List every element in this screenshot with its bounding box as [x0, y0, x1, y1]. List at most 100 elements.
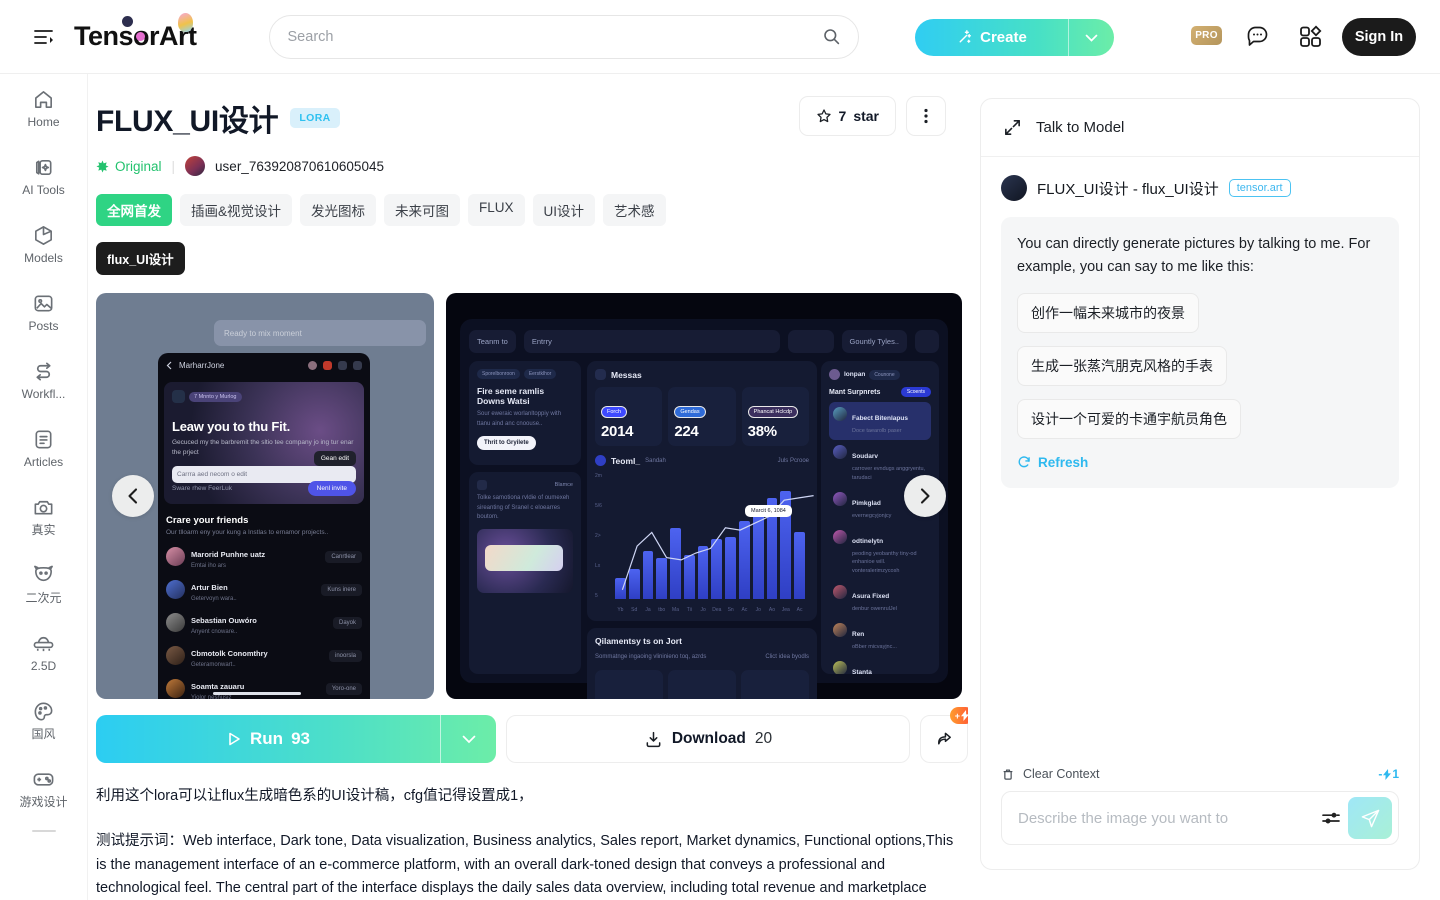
- trigger-word-chip[interactable]: flux_UI设计: [96, 242, 185, 275]
- refresh-button[interactable]: Refresh: [1017, 455, 1383, 470]
- sidebar-item-25d[interactable]: 2.5D: [0, 618, 87, 686]
- suggestion-chip[interactable]: 设计一个可爱的卡通宇航员角色: [1017, 398, 1241, 439]
- search-box[interactable]: [268, 14, 859, 59]
- mockup-app-title: MarharrJone: [179, 360, 225, 370]
- carousel-prev-button[interactable]: [112, 475, 154, 517]
- run-button[interactable]: Run 93: [96, 715, 496, 763]
- sidebar-item-anime[interactable]: 二次元: [0, 550, 87, 618]
- talk-to-model-panel: Talk to Model FLUX_UI设计 - flux_UI设计 tens…: [980, 98, 1420, 870]
- send-button[interactable]: [1348, 797, 1392, 839]
- left-card2-tag: Blamce: [554, 482, 573, 488]
- sign-in-button[interactable]: Sign In: [1342, 18, 1416, 56]
- download-button[interactable]: Download 20: [506, 715, 910, 763]
- sidebar-item-articles[interactable]: Articles: [0, 414, 87, 482]
- more-options-button[interactable]: [906, 96, 946, 136]
- dashboard-search: Entrry: [523, 329, 780, 353]
- preview-slide-2[interactable]: Teanm to Entrry Gountly Tyles.. Sporelbo…: [446, 293, 962, 699]
- friend-desc: Emtai iho ars: [191, 563, 227, 569]
- sidebar-item-guofeng[interactable]: 国风: [0, 686, 87, 754]
- y-tick: Lx: [595, 563, 601, 569]
- mockup-friends-section: Crare your friends Our tlloarm eny your …: [158, 509, 370, 699]
- tag-item[interactable]: 艺术感: [603, 194, 666, 226]
- sidebar-label: Home: [27, 115, 60, 129]
- cost-indicator: - 1: [1378, 767, 1399, 781]
- palette-icon: [34, 702, 53, 721]
- friend-name: Soamta zauaru: [191, 682, 245, 691]
- stat-row: Forch 2014 Gendas 224 Phancat Hclcdp 38%: [595, 387, 809, 446]
- sidebar-item-posts[interactable]: Posts: [0, 278, 87, 346]
- sidebar-item-game-design[interactable]: 游戏设计: [0, 754, 87, 822]
- list-desc: Doce taearolb paser: [852, 428, 902, 434]
- menu-icon[interactable]: [30, 23, 58, 51]
- balloon-decoration: [178, 12, 193, 32]
- create-dropdown-toggle[interactable]: [1068, 19, 1114, 56]
- apps-icon[interactable]: [1298, 24, 1324, 50]
- friend-avatar: [166, 613, 185, 632]
- phone-mockup: MarharrJone 7 Mnnto y Murlog Leaw you to…: [158, 353, 370, 699]
- sidebar-label: 国风: [31, 727, 56, 741]
- tag-item[interactable]: UI设计: [532, 194, 596, 226]
- list-name: odtinelytn: [852, 538, 884, 545]
- chat-input[interactable]: [1018, 809, 1314, 827]
- friend-name: Artur Bien: [191, 583, 228, 592]
- friend-row: Sebastian Ouwóro Anyent cnoware.. Dayok: [166, 610, 362, 635]
- run-dropdown-toggle[interactable]: [440, 715, 496, 763]
- settings-sliders-icon[interactable]: [1314, 809, 1348, 827]
- suggestion-chip[interactable]: 创作一幅未来城市的夜景: [1017, 292, 1199, 333]
- chevron-down-icon: [462, 735, 475, 743]
- play-icon: [229, 732, 240, 746]
- model-row: FLUX_UI设计 - flux_UI设计 tensor.art: [1001, 175, 1399, 201]
- tag-item[interactable]: 未来可图: [384, 194, 461, 226]
- stat-chip: Phancat Hclcdp: [747, 406, 799, 418]
- logo[interactable]: TensorArt: [74, 12, 197, 54]
- anime-icon: [34, 565, 53, 582]
- chat-icon[interactable]: [1245, 24, 1271, 50]
- expand-icon[interactable]: [1003, 118, 1022, 137]
- dot-decoration: [136, 31, 145, 41]
- share-icon: [937, 732, 951, 745]
- tag-item[interactable]: 插画&视觉设计: [180, 194, 293, 226]
- download-label: Download: [671, 730, 746, 747]
- tag-item[interactable]: 全网首发: [96, 194, 172, 226]
- create-button-main[interactable]: Create: [915, 19, 1068, 56]
- sidebar-divider: [31, 830, 56, 832]
- search-input[interactable]: [287, 28, 823, 45]
- ghost-search-bar: Ready to mix moment: [214, 320, 426, 346]
- dot-decoration: [122, 15, 133, 27]
- sidebar: Home AI Tools Models Posts Workfl... Art…: [0, 74, 88, 900]
- bottom-sub: Sommatnge ingaoing vlininieno toq, azrds: [595, 654, 707, 660]
- list-name: Stanta: [852, 669, 872, 674]
- x-tick: Jo: [755, 607, 761, 613]
- chat-input-box[interactable]: [1001, 791, 1399, 845]
- carousel-next-button[interactable]: [904, 475, 946, 517]
- tag-item[interactable]: 发光图标: [300, 194, 377, 226]
- tag-list: 全网首发 插画&视觉设计 发光图标 未来可图 FLUX UI设计 艺术感: [96, 194, 968, 226]
- friend-desc: Geteramonwart..: [191, 662, 236, 668]
- x-tick: Ac: [796, 607, 803, 613]
- create-button[interactable]: Create: [915, 19, 1114, 56]
- list-avatar: [833, 584, 847, 599]
- pro-badge[interactable]: PRO: [1191, 26, 1222, 45]
- dashboard-account: Gountly Tyles..: [841, 329, 907, 353]
- chart-right-label: Juls Pcrooe: [777, 457, 809, 464]
- create-label: Create: [980, 29, 1027, 46]
- sidebar-label: 二次元: [25, 591, 62, 605]
- friend-avatar: [166, 679, 185, 698]
- share-button[interactable]: +: [920, 707, 968, 763]
- chart-title: Teoml_: [611, 455, 641, 466]
- sidebar-item-workflows[interactable]: Workfl...: [0, 346, 87, 414]
- tag-item[interactable]: FLUX: [468, 194, 525, 226]
- author-name[interactable]: user_763920870610605045: [215, 159, 384, 174]
- suggestion-chip[interactable]: 生成一张蒸汽朋克风格的手表: [1017, 345, 1227, 386]
- star-button[interactable]: 7 star: [798, 96, 896, 136]
- sidebar-item-home[interactable]: Home: [0, 74, 87, 142]
- friend-action: inoorsla: [328, 649, 362, 662]
- stat-card: Forch 2014: [595, 387, 663, 446]
- avatar[interactable]: [185, 156, 206, 176]
- preview-slide-1[interactable]: Ready to mix moment MarharrJone 7 Mnnto …: [96, 293, 434, 699]
- run-button-main[interactable]: Run 93: [96, 715, 440, 763]
- sidebar-item-models[interactable]: Models: [0, 210, 87, 278]
- sidebar-item-real[interactable]: 真实: [0, 482, 87, 550]
- clear-context-button[interactable]: Clear Context: [1001, 767, 1099, 781]
- sidebar-item-ai-tools[interactable]: AI Tools: [0, 142, 87, 210]
